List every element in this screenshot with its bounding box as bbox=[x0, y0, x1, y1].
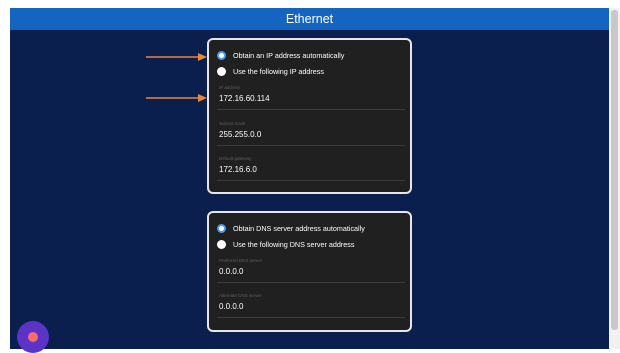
field-underline bbox=[217, 282, 405, 283]
radio-use-following-ip[interactable]: Use the following IP address bbox=[217, 64, 324, 78]
alternate-dns-value[interactable]: 0.0.0.0 bbox=[219, 302, 405, 311]
field-underline bbox=[217, 145, 405, 146]
radio-selected-icon[interactable] bbox=[217, 50, 226, 60]
radio-label: Use the following DNS server address bbox=[233, 239, 355, 249]
radio-unselected-icon[interactable] bbox=[217, 66, 226, 76]
alternate-dns-field[interactable]: Alternate DNS server 0.0.0.0 bbox=[217, 293, 405, 318]
radio-use-following-dns[interactable]: Use the following DNS server address bbox=[217, 237, 354, 251]
window-title: Ethernet bbox=[10, 8, 609, 29]
subnet-mask-value[interactable]: 255.255.0.0 bbox=[219, 130, 405, 139]
assistant-dot-icon bbox=[28, 332, 38, 342]
preferred-dns-value[interactable]: 0.0.0.0 bbox=[219, 267, 405, 276]
assistant-icon[interactable] bbox=[17, 321, 49, 353]
radio-label: Use the following IP address bbox=[233, 66, 324, 76]
field-underline bbox=[217, 317, 405, 318]
radio-selected-icon[interactable] bbox=[217, 223, 226, 233]
radio-unselected-icon[interactable] bbox=[217, 239, 226, 249]
default-gateway-value[interactable]: 172.16.6.0 bbox=[219, 165, 405, 174]
annotation-arrow-icon bbox=[146, 53, 207, 61]
ip-address-field[interactable]: IP address 172.16.60.114 bbox=[217, 85, 405, 110]
default-gateway-field[interactable]: Default gateway 172.16.6.0 bbox=[217, 156, 405, 181]
annotation-arrow-icon bbox=[146, 94, 207, 102]
field-label: Preferred DNS server bbox=[219, 258, 263, 263]
ip-address-value[interactable]: 172.16.60.114 bbox=[219, 94, 405, 103]
radio-label: Obtain an IP address automatically bbox=[233, 50, 345, 60]
field-label: IP address bbox=[219, 85, 241, 90]
subnet-mask-field[interactable]: Subnet mask 255.255.0.0 bbox=[217, 121, 405, 146]
field-label: Default gateway bbox=[219, 156, 252, 161]
radio-label: Obtain DNS server address automatically bbox=[233, 223, 365, 233]
field-label: Alternate DNS server bbox=[219, 293, 262, 298]
title-divider bbox=[10, 29, 609, 30]
dns-settings-panel: Obtain DNS server address automatically … bbox=[207, 211, 412, 332]
ethernet-screen: Ethernet Obtain an IP address automatica… bbox=[10, 8, 609, 349]
radio-obtain-ip-automatically[interactable]: Obtain an IP address automatically bbox=[217, 48, 344, 62]
ip-settings-panel: Obtain an IP address automatically Use t… bbox=[207, 38, 412, 194]
scrollbar-thumb[interactable] bbox=[611, 10, 618, 330]
scrollbar[interactable] bbox=[609, 8, 620, 349]
field-underline bbox=[217, 180, 405, 181]
field-underline bbox=[217, 109, 405, 110]
preferred-dns-field[interactable]: Preferred DNS server 0.0.0.0 bbox=[217, 258, 405, 283]
field-label: Subnet mask bbox=[219, 121, 246, 126]
radio-obtain-dns-automatically[interactable]: Obtain DNS server address automatically bbox=[217, 221, 365, 235]
